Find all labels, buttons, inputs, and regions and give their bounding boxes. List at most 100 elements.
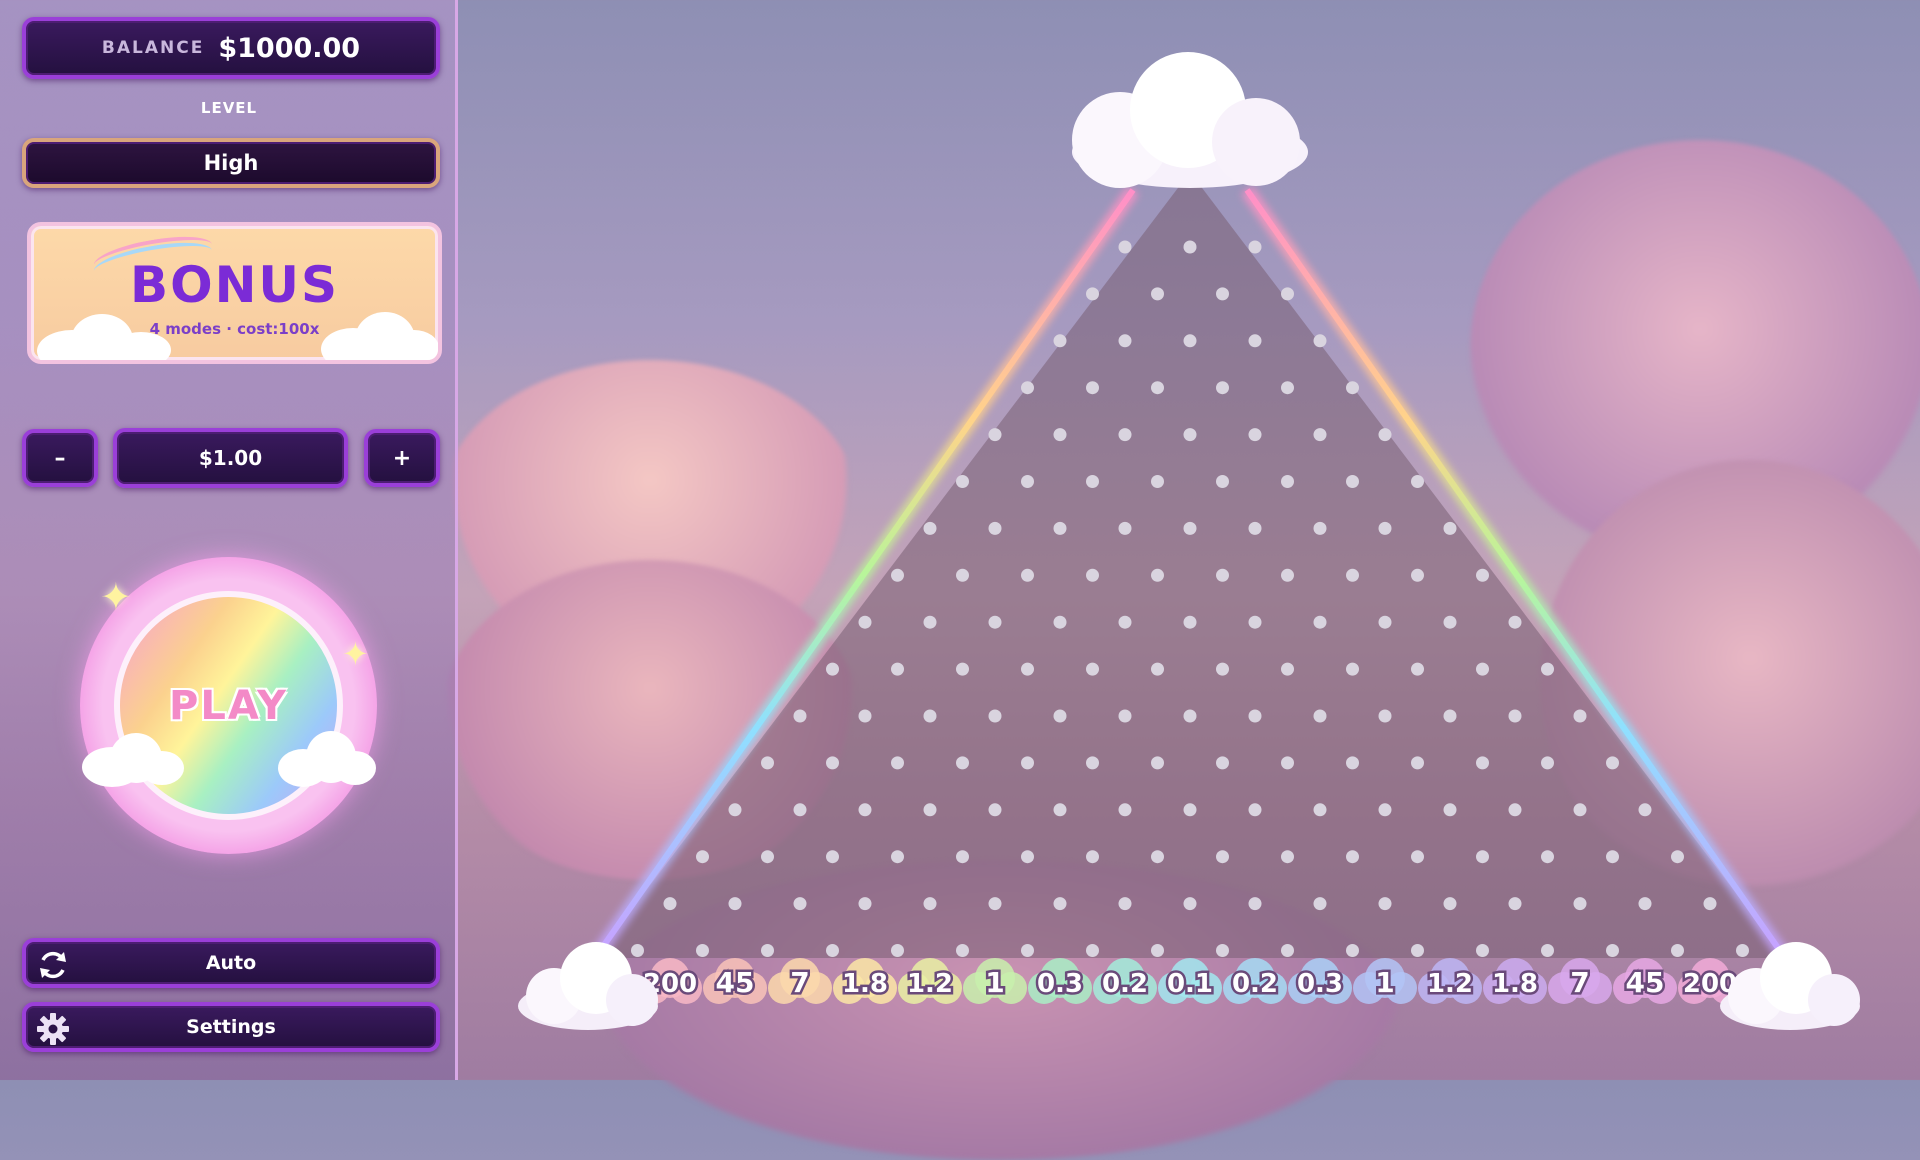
peg — [988, 428, 1002, 442]
peg — [1183, 240, 1197, 254]
peg — [1053, 428, 1067, 442]
peg — [728, 803, 742, 817]
peg — [1476, 850, 1489, 864]
multiplier-label: 1.8 — [1492, 969, 1538, 999]
multiplier-label: 0.2 — [1232, 969, 1278, 999]
peg — [1313, 334, 1327, 348]
peg — [1281, 568, 1294, 582]
peg — [1021, 850, 1034, 864]
peg — [1736, 944, 1749, 957]
peg — [793, 897, 807, 911]
peg — [1573, 803, 1587, 817]
peg — [1281, 944, 1294, 957]
peg — [923, 521, 937, 535]
peg — [793, 709, 807, 723]
peg — [1411, 850, 1424, 864]
peg — [1118, 803, 1132, 817]
peg — [1248, 615, 1262, 629]
peg — [1411, 662, 1424, 676]
peg — [1151, 381, 1164, 395]
peg — [1508, 803, 1522, 817]
peg — [1183, 334, 1197, 348]
peg — [826, 662, 839, 676]
peg — [1476, 944, 1489, 957]
peg — [858, 897, 872, 911]
peg — [1216, 568, 1229, 582]
peg — [1021, 475, 1034, 488]
peg — [891, 850, 904, 864]
peg — [1151, 475, 1164, 488]
peg — [1118, 897, 1132, 911]
peg — [1248, 521, 1262, 535]
peg — [826, 850, 839, 864]
peg — [1346, 568, 1359, 582]
peg — [1021, 662, 1034, 676]
peg — [1313, 521, 1327, 535]
peg — [1313, 428, 1327, 442]
peg — [988, 521, 1002, 535]
peg — [1541, 944, 1554, 957]
peg — [858, 615, 872, 629]
peg — [1671, 850, 1684, 864]
multiplier-label: 7 — [790, 966, 809, 999]
peg — [1508, 897, 1522, 911]
peg — [891, 568, 904, 582]
peg — [1281, 381, 1294, 395]
top-cloud — [1072, 52, 1308, 188]
multiplier-label: 45 — [716, 966, 755, 999]
peg — [891, 662, 904, 676]
multiplier-label: 0.1 — [1167, 969, 1213, 999]
peg — [1053, 521, 1067, 535]
peg — [1086, 850, 1099, 864]
peg — [631, 944, 644, 957]
peg — [1086, 756, 1099, 770]
peg — [1411, 944, 1424, 957]
peg — [1703, 897, 1717, 911]
peg — [1638, 897, 1652, 911]
peg — [1248, 709, 1262, 723]
peg — [1118, 521, 1132, 535]
peg — [1086, 475, 1099, 488]
peg — [1508, 709, 1522, 723]
peg — [923, 709, 937, 723]
peg — [1281, 662, 1294, 676]
peg — [826, 944, 839, 957]
peg — [1378, 897, 1392, 911]
peg — [1378, 428, 1392, 442]
peg — [956, 568, 969, 582]
multiplier-label: 1.8 — [842, 969, 888, 999]
peg — [728, 897, 742, 911]
peg — [761, 944, 774, 957]
peg — [1281, 287, 1294, 301]
peg — [1541, 662, 1554, 676]
peg — [1508, 615, 1522, 629]
peg — [1346, 850, 1359, 864]
peg — [1021, 944, 1034, 957]
peg — [793, 803, 807, 817]
peg — [1248, 240, 1262, 254]
peg — [1411, 756, 1424, 770]
peg — [1021, 568, 1034, 582]
peg — [1053, 709, 1067, 723]
peg — [1248, 897, 1262, 911]
peg — [891, 944, 904, 957]
peg — [1053, 615, 1067, 629]
peg — [1541, 850, 1554, 864]
peg — [1053, 334, 1067, 348]
peg — [1021, 381, 1034, 395]
peg — [1281, 850, 1294, 864]
peg — [1476, 662, 1489, 676]
peg — [1346, 662, 1359, 676]
peg — [988, 897, 1002, 911]
peg — [988, 709, 1002, 723]
peg — [1053, 897, 1067, 911]
peg — [1443, 709, 1457, 723]
peg — [696, 944, 709, 957]
peg — [1476, 756, 1489, 770]
peg — [1183, 521, 1197, 535]
peg — [1183, 428, 1197, 442]
peg — [1248, 428, 1262, 442]
peg — [1151, 287, 1164, 301]
peg — [1541, 756, 1554, 770]
peg — [1086, 381, 1099, 395]
